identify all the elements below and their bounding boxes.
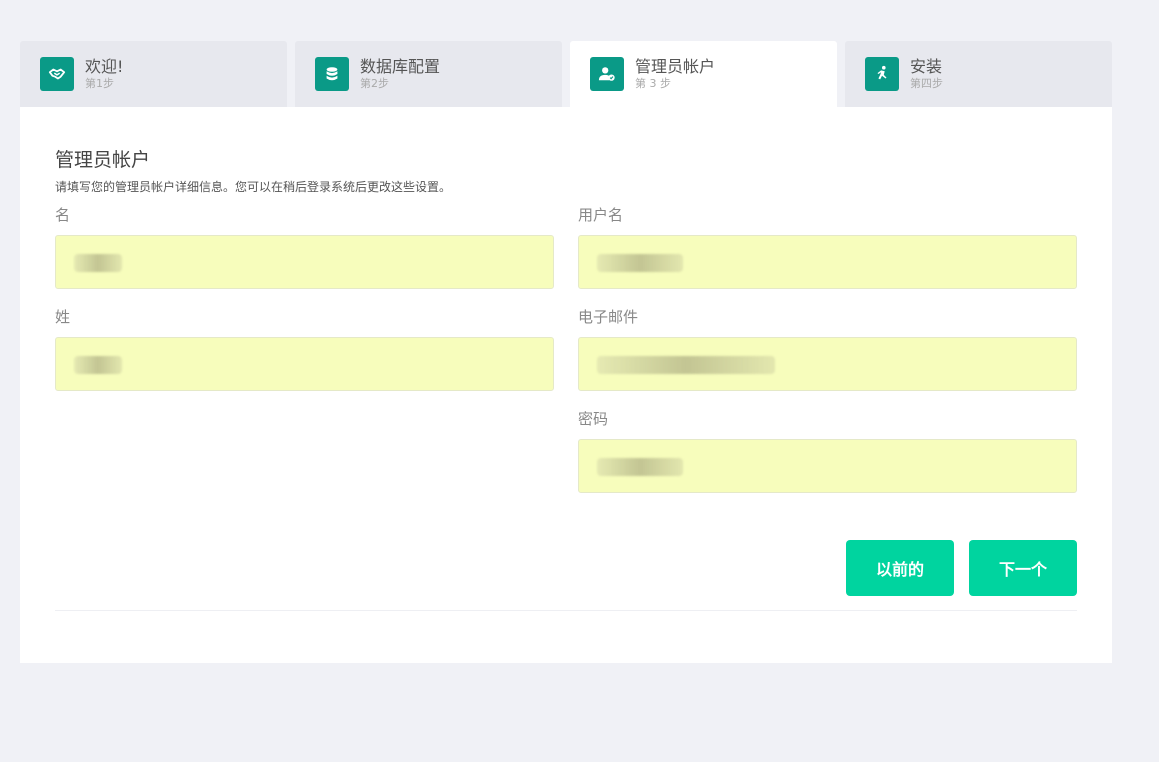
- username-group: 用户名: [578, 205, 1077, 289]
- database-icon: [315, 57, 349, 91]
- redacted-value: [74, 254, 122, 272]
- first-name-field[interactable]: [55, 235, 554, 289]
- email-field[interactable]: [578, 337, 1077, 391]
- tab-step-label: 第四步: [910, 77, 943, 90]
- password-field[interactable]: [578, 439, 1077, 493]
- tab-admin-account[interactable]: 管理员帐户 第 3 步: [570, 41, 837, 107]
- running-person-icon: [865, 57, 899, 91]
- admin-form: 名 用户名 姓 电子邮件 密码: [55, 205, 1077, 535]
- wizard-buttons: 以前的 下一个: [846, 540, 1077, 596]
- section-title: 管理员帐户: [55, 149, 151, 171]
- tab-step-label: 第1步: [85, 77, 114, 90]
- username-label: 用户名: [578, 206, 624, 224]
- email-group: 电子邮件: [578, 307, 1077, 391]
- tab-step-label: 第 3 步: [635, 77, 671, 90]
- first-name-label: 名: [55, 206, 71, 224]
- tab-install[interactable]: 安装 第四步: [845, 41, 1112, 107]
- admin-user-icon: [590, 57, 624, 91]
- next-button[interactable]: 下一个: [969, 540, 1077, 596]
- setup-wizard: 欢迎! 第1步 数据库配置 第2步 管理员帐户 第 3 步 安装 第四步 管理员…: [20, 41, 1112, 663]
- tab-title: 安装: [910, 57, 943, 76]
- tab-step-label: 第2步: [360, 77, 389, 90]
- redacted-value: [597, 356, 775, 374]
- tab-title: 管理员帐户: [635, 57, 716, 76]
- divider: [55, 610, 1077, 611]
- tab-welcome[interactable]: 欢迎! 第1步: [20, 41, 287, 107]
- password-label: 密码: [578, 410, 609, 428]
- admin-account-panel: 管理员帐户 请填写您的管理员帐户详细信息。您可以在稍后登录系统后更改这些设置。 …: [20, 107, 1112, 663]
- redacted-value: [597, 458, 683, 476]
- step-tabs: 欢迎! 第1步 数据库配置 第2步 管理员帐户 第 3 步 安装 第四步: [20, 41, 1112, 107]
- tab-title: 欢迎!: [85, 57, 124, 76]
- previous-button[interactable]: 以前的: [846, 540, 954, 596]
- section-description: 请填写您的管理员帐户详细信息。您可以在稍后登录系统后更改这些设置。: [55, 180, 452, 194]
- tab-title: 数据库配置: [360, 57, 441, 76]
- handshake-icon: [40, 57, 74, 91]
- last-name-label: 姓: [55, 308, 71, 326]
- first-name-group: 名: [55, 205, 554, 289]
- username-field[interactable]: [578, 235, 1077, 289]
- tab-database-config[interactable]: 数据库配置 第2步: [295, 41, 562, 107]
- redacted-value: [74, 356, 122, 374]
- redacted-value: [597, 254, 683, 272]
- email-label: 电子邮件: [578, 308, 639, 326]
- password-group: 密码: [578, 409, 1077, 493]
- last-name-field[interactable]: [55, 337, 554, 391]
- last-name-group: 姓: [55, 307, 554, 391]
